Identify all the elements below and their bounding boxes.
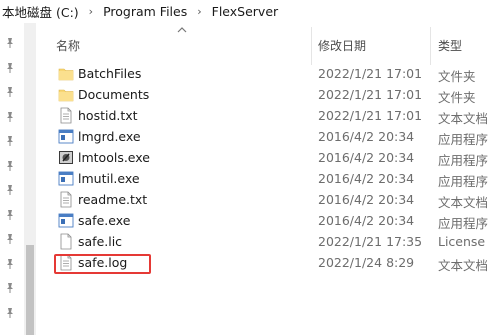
highlight-annotation: [54, 254, 151, 274]
folder-icon: [58, 65, 74, 82]
file-row[interactable]: lmutil.exe 2016/4/2 20:34 应用程序: [36, 168, 495, 189]
file-modified-date: 2022/1/21 17:01: [318, 108, 423, 123]
file-name[interactable]: lmgrd.exe: [78, 129, 141, 144]
breadcrumb: 本地磁盘 (C:) › Program Files › FlexServer: [0, 0, 495, 23]
column-header-name[interactable]: 名称: [56, 37, 80, 54]
scrollbar-thumb[interactable]: [26, 245, 34, 335]
pin-icon[interactable]: [4, 111, 16, 123]
file-name[interactable]: safe.exe: [78, 213, 130, 228]
pin-icon[interactable]: [4, 135, 16, 147]
file-row[interactable]: Documents 2022/1/21 17:01 文件夹: [36, 84, 495, 105]
file-row[interactable]: lmgrd.exe 2016/4/2 20:34 应用程序: [36, 126, 495, 147]
text-file-icon: [58, 107, 74, 124]
breadcrumb-flexserver[interactable]: FlexServer: [210, 4, 281, 19]
text-file-icon: [58, 191, 74, 208]
file-name[interactable]: safe.lic: [78, 234, 122, 249]
application-icon: [58, 170, 74, 187]
file-modified-date: 2016/4/2 20:34: [318, 150, 415, 165]
file-row[interactable]: safe.exe 2016/4/2 20:34 应用程序: [36, 210, 495, 231]
pin-icon[interactable]: [4, 282, 16, 294]
file-row[interactable]: hostid.txt 2022/1/21 17:01 文本文档: [36, 105, 495, 126]
pin-icon[interactable]: [4, 233, 16, 245]
file-type: 应用程序: [438, 174, 489, 189]
column-divider[interactable]: [311, 27, 312, 65]
file-name[interactable]: Documents: [78, 87, 149, 102]
sort-ascending-icon[interactable]: [177, 26, 187, 34]
column-divider[interactable]: [430, 27, 431, 65]
file-type: 文本文档: [438, 258, 489, 273]
file-type: 应用程序: [438, 132, 489, 147]
column-header-modified[interactable]: 修改日期: [318, 37, 366, 54]
file-name[interactable]: BatchFiles: [78, 66, 141, 81]
file-modified-date: 2016/4/2 20:34: [318, 192, 415, 207]
file-name[interactable]: hostid.txt: [78, 108, 138, 123]
file-row[interactable]: lmtools.exe 2016/4/2 20:34 应用程序: [36, 147, 495, 168]
pin-icon[interactable]: [4, 307, 16, 319]
file-modified-date: 2022/1/21 17:01: [318, 87, 423, 102]
pin-icon[interactable]: [4, 160, 16, 172]
file-name[interactable]: readme.txt: [78, 192, 147, 207]
pin-icon[interactable]: [4, 86, 16, 98]
breadcrumb-separator[interactable]: ›: [189, 5, 209, 18]
breadcrumb-separator[interactable]: ›: [81, 5, 101, 18]
file-modified-date: 2016/4/2 20:34: [318, 171, 415, 186]
blank-file-icon: [58, 233, 74, 250]
file-modified-date: 2022/1/21 17:35: [318, 234, 423, 249]
file-type: 应用程序: [438, 216, 489, 231]
file-modified-date: 2016/4/2 20:34: [318, 213, 415, 228]
column-header-bar: 名称 修改日期 类型: [36, 23, 495, 65]
pin-icon[interactable]: [4, 209, 16, 221]
navigation-scrollbar[interactable]: [24, 23, 36, 335]
file-row[interactable]: readme.txt 2016/4/2 20:34 文本文档: [36, 189, 495, 210]
pin-icon[interactable]: [4, 258, 16, 270]
file-modified-date: 2016/4/2 20:34: [318, 129, 415, 144]
application-icon: [58, 128, 74, 145]
file-modified-date: 2022/1/24 8:29: [318, 255, 415, 270]
file-list: 名称 修改日期 类型 BatchFiles 2022/1/21 17:01 文件夹 D…: [36, 23, 495, 335]
file-type: 应用程序: [438, 153, 489, 168]
file-type: 文件夹: [438, 69, 476, 84]
pin-icon[interactable]: [4, 184, 16, 196]
file-type: 文本文档: [438, 111, 489, 126]
file-type: 文件夹: [438, 90, 476, 105]
column-header-type[interactable]: 类型: [438, 37, 462, 54]
file-row[interactable]: safe.lic 2022/1/21 17:35 License: [36, 231, 495, 252]
file-modified-date: 2022/1/21 17:01: [318, 66, 423, 81]
file-name[interactable]: lmtools.exe: [78, 150, 150, 165]
pin-icon[interactable]: [4, 62, 16, 74]
file-type: License: [438, 234, 486, 249]
file-name[interactable]: lmutil.exe: [78, 171, 140, 186]
file-row[interactable]: BatchFiles 2022/1/21 17:01 文件夹: [36, 63, 495, 84]
pin-icon[interactable]: [4, 37, 16, 49]
folder-icon: [58, 86, 74, 103]
file-type: 文本文档: [438, 195, 489, 210]
navigation-pane: [0, 23, 22, 335]
breadcrumb-drive[interactable]: 本地磁盘 (C:): [0, 2, 81, 21]
breadcrumb-program-files[interactable]: Program Files: [101, 4, 189, 19]
application-icon: [58, 212, 74, 229]
lmtools-icon: [58, 149, 74, 166]
